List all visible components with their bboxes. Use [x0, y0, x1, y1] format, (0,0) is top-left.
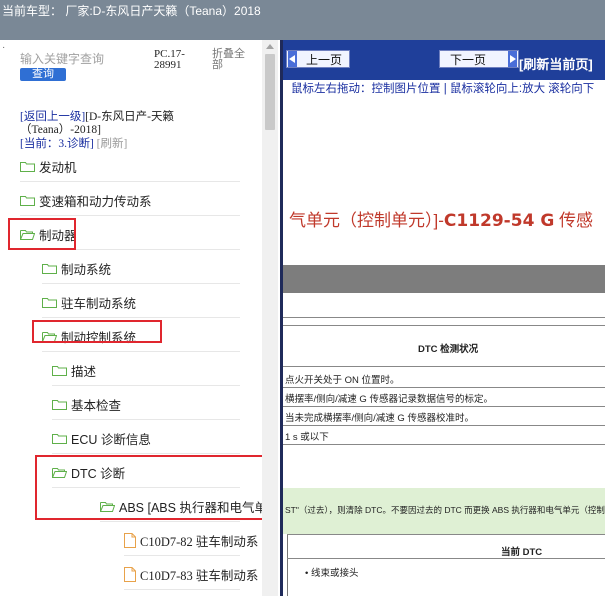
tree-item-transmission[interactable]: 变速箱和动力传动系	[20, 190, 152, 210]
highlight-box-brake-control	[32, 320, 162, 343]
tree-item-label: 变速箱和动力传动系	[39, 194, 152, 209]
tree-item-label: 发动机	[39, 160, 77, 175]
back-link[interactable]: [返回上一级]	[20, 111, 85, 123]
tree-item-c10d7-83[interactable]: C10D7-83 驻车制动系	[124, 564, 258, 584]
table-rule	[283, 325, 605, 326]
table-edge	[287, 534, 288, 596]
dtc-condition-header: DTC 检测状况	[418, 344, 479, 355]
table-rule	[287, 558, 605, 559]
doc-title-code: C1129-54 G	[443, 211, 555, 231]
note-text: ST"（过去），则清除 DTC。不要因过去的 DTC 而更换 ABS 执行器和电…	[285, 505, 605, 515]
tree-item-engine[interactable]: 发动机	[20, 156, 77, 176]
folder-icon	[52, 365, 67, 376]
table-rule	[283, 444, 605, 445]
folder-icon	[20, 195, 35, 206]
tree-item-ecu-diagnosis[interactable]: ECU 诊断信息	[52, 428, 151, 448]
table-rule	[283, 425, 605, 426]
condition-row: 1 s 或以下	[285, 432, 329, 443]
left-panel-scrollbar[interactable]	[262, 40, 278, 596]
current-dtc-header: 当前 DTC	[501, 547, 543, 558]
doc-title-prefix: 气单元（控制单元）]-	[289, 211, 444, 230]
note-band: ST"（过去），则清除 DTC。不要因过去的 DTC 而更换 ABS 执行器和电…	[283, 488, 605, 534]
tree-item-basic-inspection[interactable]: 基本检查	[52, 394, 121, 414]
table-rule	[283, 406, 605, 407]
viewer-toolbar: 上一页 下一页 [刷新当前页]	[283, 40, 605, 80]
folder-icon	[52, 433, 67, 444]
breadcrumb: [返回上一级][D-东风日产-天籁（Teana）-2018]	[20, 111, 240, 137]
divider	[42, 317, 240, 318]
divider	[42, 351, 240, 352]
section-band	[283, 265, 605, 293]
collapse-all-link[interactable]: 折叠全部	[212, 49, 252, 71]
divider	[42, 283, 240, 284]
scroll-up-arrow-icon[interactable]	[266, 44, 274, 49]
condition-row: 横摆率/侧向/减速 G 传感器记录数据信号的标定。	[285, 394, 493, 405]
folder-icon	[42, 297, 57, 308]
tree-item-description[interactable]: 描述	[52, 360, 96, 380]
tree-item-label: 制动系统	[61, 262, 112, 277]
tree-item-label: 描述	[71, 364, 97, 379]
tree-item-c10d7-82[interactable]: C10D7-82 驻车制动系	[124, 530, 258, 550]
next-page-button[interactable]: 下一页	[439, 50, 519, 68]
divider	[124, 555, 240, 556]
table-rule	[283, 366, 605, 367]
scrollbar-thumb[interactable]	[265, 54, 275, 130]
condition-row: 当未完成横摆率/侧向/减速 G 传感器校准时。	[285, 413, 474, 424]
document-viewer: 上一页 下一页 [刷新当前页] 鼠标左右拖动：控制图片位置 | 鼠标滚轮向上:放…	[280, 40, 605, 596]
cause-bullet: • 线束或接头	[305, 568, 359, 579]
vehicle-title: 当前车型： 厂家:D-东风日产天籁（Teana）2018	[2, 4, 261, 18]
refresh-link[interactable]: [刷新]	[97, 138, 128, 150]
query-button[interactable]: 查询	[20, 68, 66, 81]
highlight-box-brakes	[8, 218, 76, 250]
arrow-left-icon	[288, 51, 297, 67]
search-input[interactable]	[20, 51, 148, 67]
tree-item-label: 驻车制动系统	[61, 296, 137, 311]
prev-page-label: 上一页	[306, 52, 343, 67]
next-page-label: 下一页	[450, 52, 487, 67]
tree-item-label: C10D7-82 驻车制动系	[140, 534, 259, 549]
divider	[124, 589, 240, 590]
pc-code: PC.17-28991	[154, 48, 185, 71]
document-image[interactable]: 气单元（控制单元）]-C1129-54 G 传感 DTC 检测状况 点火开关处于…	[283, 98, 605, 596]
refresh-page-button[interactable]: [刷新当前页]	[519, 54, 593, 73]
divider	[20, 215, 240, 216]
divider	[52, 419, 240, 420]
folder-icon	[20, 161, 35, 172]
usage-hint: 鼠标左右拖动：控制图片位置 | 鼠标滚轮向上:放大 滚轮向下	[283, 80, 605, 98]
tree-item-label: C10D7-83 驻车制动系	[140, 568, 259, 583]
table-rule	[283, 317, 605, 318]
doc-title: 气单元（控制单元）]-C1129-54 G 传感	[289, 206, 593, 231]
tree-item-label: 基本检查	[71, 398, 122, 413]
current-location: [当前：3.诊断] [刷新]	[20, 135, 127, 151]
current-label: [当前：3.诊断]	[20, 138, 94, 150]
condition-row: 点火开关处于 ON 位置时。	[285, 375, 400, 386]
document-icon	[124, 532, 136, 548]
left-nav-panel: · 查询 PC.17-28991 折叠全部 [返回上一级][D-东风日产-天籁（…	[0, 40, 280, 596]
divider	[100, 521, 240, 522]
divider	[52, 453, 240, 454]
dot-marker: ·	[2, 42, 6, 53]
top-header: 当前车型： 厂家:D-东风日产天籁（Teana）2018	[0, 0, 605, 40]
divider	[20, 181, 240, 182]
document-icon	[124, 566, 136, 582]
highlight-box-dtc	[35, 455, 272, 520]
prev-page-button[interactable]: 上一页	[286, 50, 350, 68]
folder-icon	[42, 263, 57, 274]
folder-icon	[52, 399, 67, 410]
table-rule	[287, 534, 605, 535]
arrow-right-icon	[508, 51, 517, 67]
tree-item-label: ECU 诊断信息	[71, 432, 151, 447]
tree-item-brake-system[interactable]: 制动系统	[42, 258, 111, 278]
tree-item-parking-brake[interactable]: 驻车制动系统	[42, 292, 136, 312]
doc-title-suffix: 传感	[554, 211, 594, 230]
table-rule	[283, 387, 605, 388]
divider	[52, 385, 240, 386]
